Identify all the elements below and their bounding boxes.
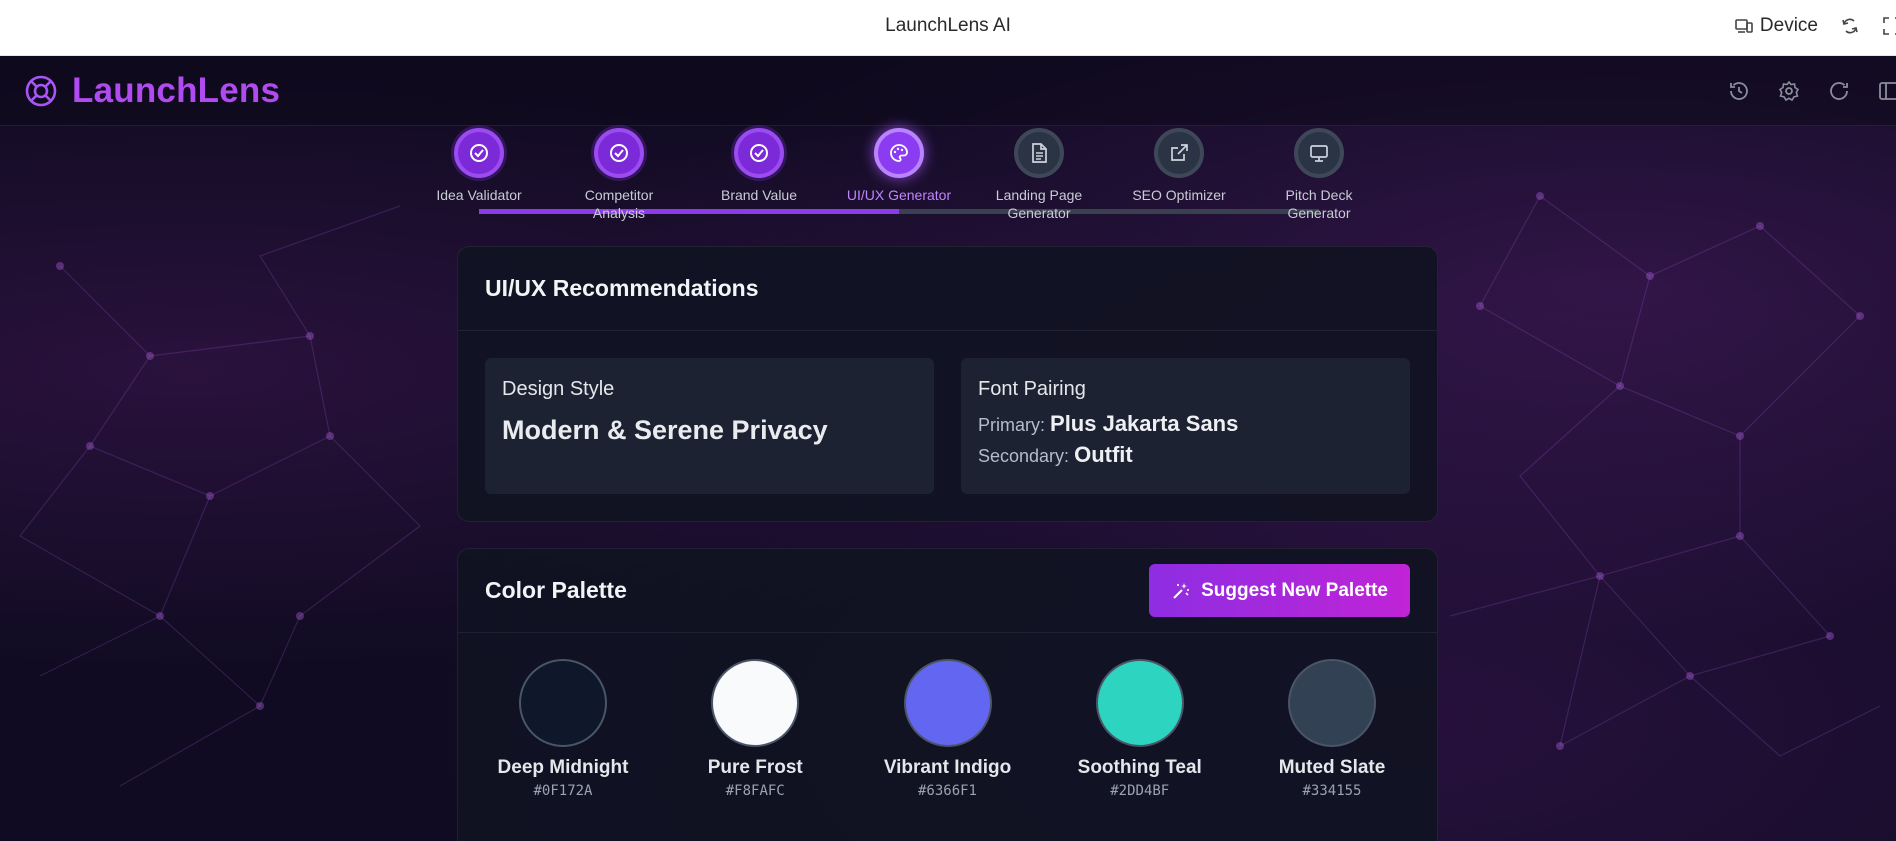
secondary-font-label: Secondary:: [978, 446, 1070, 466]
suggest-new-palette-label: Suggest New Palette: [1201, 579, 1388, 601]
document-icon: [1014, 128, 1064, 178]
primary-font-value: Plus Jakarta Sans: [1050, 411, 1239, 436]
uiux-recommendations-card: UI/UX Recommendations Design Style Moder…: [457, 246, 1438, 522]
gear-icon[interactable]: [1778, 80, 1800, 102]
swatch-color: [1095, 659, 1184, 747]
lifebuoy-icon: [24, 74, 58, 108]
device-label: Device: [1759, 15, 1818, 36]
design-style-value: Modern & Serene Privacy: [502, 415, 828, 445]
step-seo-optimizer[interactable]: SEO Optimizer: [1109, 128, 1249, 204]
swatch-hex: #0F172A: [533, 783, 593, 799]
step-label: Brand Value: [720, 187, 797, 203]
history-icon[interactable]: [1728, 80, 1750, 102]
card-header: Color Palette Suggest New Palette: [458, 549, 1437, 633]
design-style-label: Design Style: [502, 378, 615, 400]
secondary-font: Secondary: Outfit: [978, 440, 1393, 471]
external-link-icon: [1154, 128, 1204, 178]
swatch-name: Soothing Teal: [1077, 757, 1202, 778]
step-uiux-generator[interactable]: UI/UX Generator: [829, 128, 969, 204]
step-competitor-analysis[interactable]: Competitor Analysis: [549, 128, 689, 222]
refresh-icon[interactable]: [1828, 80, 1850, 102]
brand[interactable]: LaunchLens: [24, 71, 280, 111]
swatch-name: Vibrant Indigo: [883, 757, 1012, 778]
step-idea-validator[interactable]: Idea Validator: [409, 128, 549, 204]
step-pitch-deck-generator[interactable]: Pitch Deck Generator: [1249, 128, 1389, 222]
window-title-bar: LaunchLens AI Device: [0, 0, 1896, 56]
window-controls: Device: [1735, 0, 1896, 52]
app-header: LaunchLens: [0, 56, 1896, 126]
swatch-muted-slate[interactable]: Muted Slate #334155: [1247, 659, 1417, 799]
swatch-color: [711, 659, 800, 747]
fullscreen-icon[interactable]: [1882, 16, 1896, 36]
device-icon: [1735, 19, 1753, 33]
swatch-color: [519, 659, 607, 747]
card-title: Color Palette: [485, 577, 627, 603]
font-pairing-box: Font Pairing Primary: Plus Jakarta Sans …: [961, 358, 1410, 494]
stepper-progress-line: [479, 209, 899, 214]
swatch-hex: #2DD4BF: [1110, 783, 1170, 799]
swatch-vibrant-indigo[interactable]: Vibrant Indigo #6366F1: [863, 659, 1033, 799]
step-label: Landing Page Generator: [995, 187, 1083, 221]
step-label: UI/UX Generator: [846, 187, 952, 203]
card-header: UI/UX Recommendations: [458, 247, 1437, 331]
monitor-icon: [1294, 128, 1344, 178]
primary-font-label: Primary:: [978, 415, 1045, 435]
swatch-pure-frost[interactable]: Pure Frost #F8FAFC: [670, 659, 840, 799]
swatch-color: [1288, 659, 1376, 747]
step-label: SEO Optimizer: [1132, 187, 1226, 203]
palette-icon: [874, 128, 924, 178]
swatch-hex: #334155: [1302, 783, 1362, 799]
header-actions: [1728, 80, 1896, 102]
app-root: LaunchLens Idea Validator Competitor Ana…: [0, 56, 1896, 841]
swatch-color: [903, 659, 992, 747]
swatch-hex: #6366F1: [917, 783, 977, 799]
swatch-name: Deep Midnight: [497, 757, 629, 778]
swatch-soothing-teal[interactable]: Soothing Teal #2DD4BF: [1055, 659, 1225, 799]
design-style-box: Design Style Modern & Serene Privacy: [485, 358, 934, 494]
color-palette-card: Color Palette Suggest New Palette Deep M…: [457, 548, 1438, 841]
card-title: UI/UX Recommendations: [485, 275, 759, 301]
swatch-hex: #F8FAFC: [725, 783, 785, 799]
window-title: LaunchLens AI: [885, 15, 1011, 36]
check-icon: [734, 128, 784, 178]
step-landing-page-generator[interactable]: Landing Page Generator: [969, 128, 1109, 222]
primary-font: Primary: Plus Jakarta Sans: [978, 409, 1393, 440]
step-brand-value[interactable]: Brand Value: [689, 128, 829, 204]
swatch-name: Muted Slate: [1278, 757, 1386, 778]
device-button[interactable]: Device: [1735, 15, 1818, 37]
sidebar-toggle-icon[interactable]: [1878, 80, 1896, 102]
font-pairing-label: Font Pairing: [978, 378, 1086, 400]
sparkle-wand-icon: [1173, 582, 1190, 599]
swatch-list: Deep Midnight #0F172A Pure Frost #F8FAFC…: [458, 633, 1437, 799]
check-icon: [594, 128, 644, 178]
suggest-new-palette-button[interactable]: Suggest New Palette: [1149, 564, 1410, 617]
rotate-icon[interactable]: [1840, 16, 1860, 36]
brand-name: LaunchLens: [72, 71, 281, 110]
step-label: Competitor Analysis: [584, 187, 654, 221]
swatch-name: Pure Frost: [707, 757, 803, 778]
swatch-deep-midnight[interactable]: Deep Midnight #0F172A: [478, 659, 648, 799]
check-icon: [454, 128, 504, 178]
step-label: Pitch Deck Generator: [1285, 187, 1353, 221]
secondary-font-value: Outfit: [1074, 442, 1133, 467]
step-label: Idea Validator: [436, 187, 522, 203]
